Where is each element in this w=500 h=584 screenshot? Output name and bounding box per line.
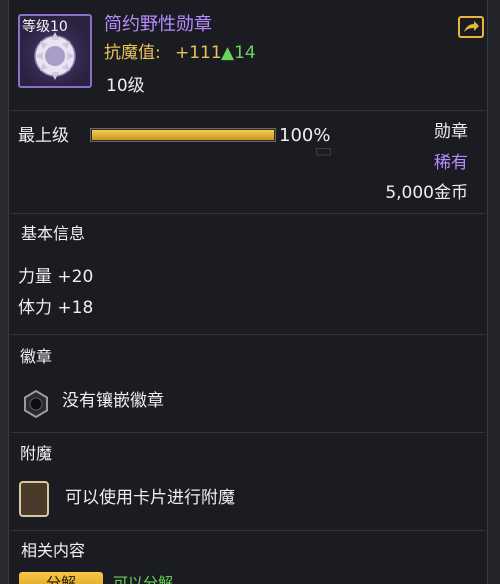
upgrade-progress-bar [90,128,276,142]
item-tooltip-panel: ▭ 等级10 简约野性勋章 抗魔值: +111 ▲14 10级 最上级 100%… [8,0,488,584]
enchant-card-slot[interactable] [19,481,49,517]
divider [11,213,485,214]
item-name: 简约野性勋章 [104,14,212,35]
divider [11,110,485,111]
item-rarity: 稀有 [434,153,468,173]
empty-socket-icon [24,390,48,418]
max-grade-label: 最上级 [18,126,69,146]
decompose-button[interactable]: 分解 [19,572,103,584]
item-level-tag: 等级10 [22,19,68,35]
upgrade-progress-text: 100% [279,125,331,146]
magic-resist-value: +111 [175,43,222,63]
upgrade-progress-fill [92,130,274,140]
basic-info-title: 基本信息 [21,224,86,243]
decompose-note: 可以分解 [113,574,174,584]
stat-stamina: 体力 +18 [18,298,94,318]
magic-resist-label: 抗魔值: [104,43,161,63]
divider [11,530,485,531]
enchant-title: 附魔 [20,444,53,463]
share-button[interactable] [458,16,484,38]
emblem-status: 没有镶嵌徽章 [62,391,164,411]
background-right-strip [488,0,500,584]
divider [11,432,485,433]
share-icon [464,21,479,32]
stat-strength: 力量 +20 [18,267,94,287]
item-price: 5,000金币 [385,183,468,203]
magic-resist-bonus: ▲14 [221,43,256,63]
enchant-hint: 可以使用卡片进行附魔 [65,488,235,508]
item-type: 勋章 [434,122,468,142]
divider [11,334,485,335]
emblem-title: 徽章 [20,347,53,366]
item-level: 10级 [106,76,145,96]
related-title: 相关内容 [21,541,86,560]
